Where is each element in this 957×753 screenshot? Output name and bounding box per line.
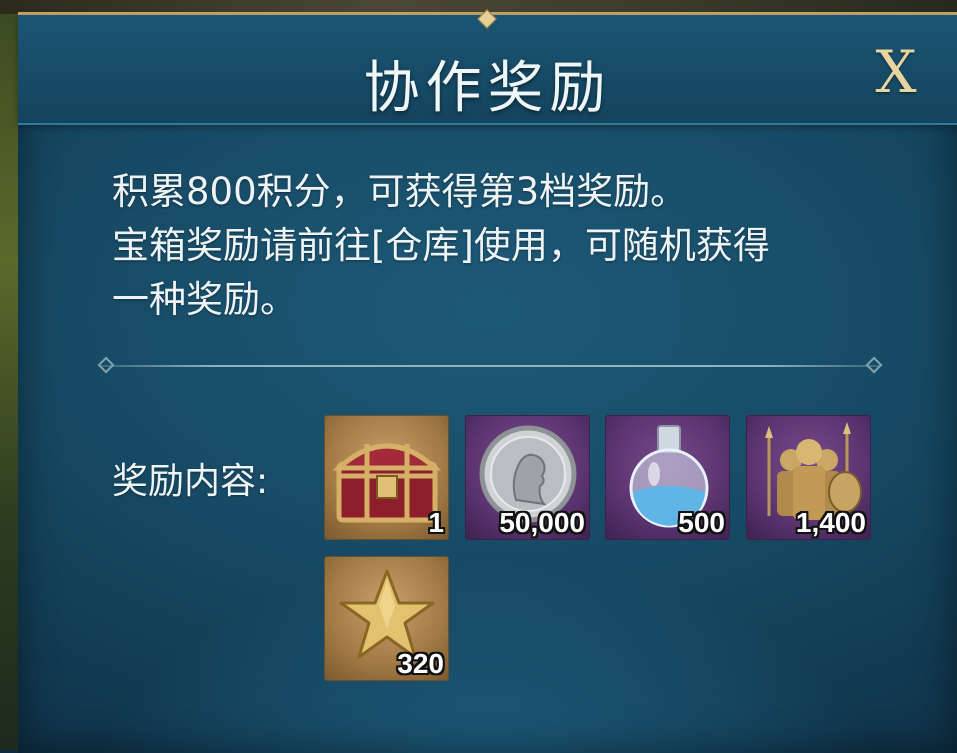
description-line-2: 宝箱奖励请前往[仓库]使用，可随机获得: [112, 224, 770, 267]
reward-item-gold-star[interactable]: 320: [324, 556, 449, 681]
item-count: 1,400: [795, 507, 866, 538]
dialog-title: 协作奖励: [363, 56, 612, 121]
reward-description: 积累800积分，可获得第3档奖励。 宝箱奖励请前往[仓库]使用，可随机获得 一种…: [112, 165, 892, 327]
reward-item-treasure-chest[interactable]: 1: [324, 415, 449, 540]
item-count: 1: [428, 507, 444, 538]
item-count: 320: [397, 648, 444, 679]
description-line-1: 积累800积分，可获得第3档奖励。: [112, 170, 688, 213]
rewards-label: 奖励内容:: [112, 461, 269, 502]
reward-item-potion[interactable]: 500: [605, 415, 730, 540]
item-count: 50,000: [499, 507, 585, 538]
section-divider: [100, 365, 880, 367]
dialog-header: 协作奖励: [18, 15, 957, 125]
item-count: 500: [678, 507, 725, 538]
reward-item-silver-coin[interactable]: 50,000: [465, 415, 590, 540]
close-button[interactable]: X: [866, 40, 926, 104]
description-line-3: 一种奖励。: [112, 278, 297, 321]
reward-item-soldiers[interactable]: 1,400: [746, 415, 871, 540]
